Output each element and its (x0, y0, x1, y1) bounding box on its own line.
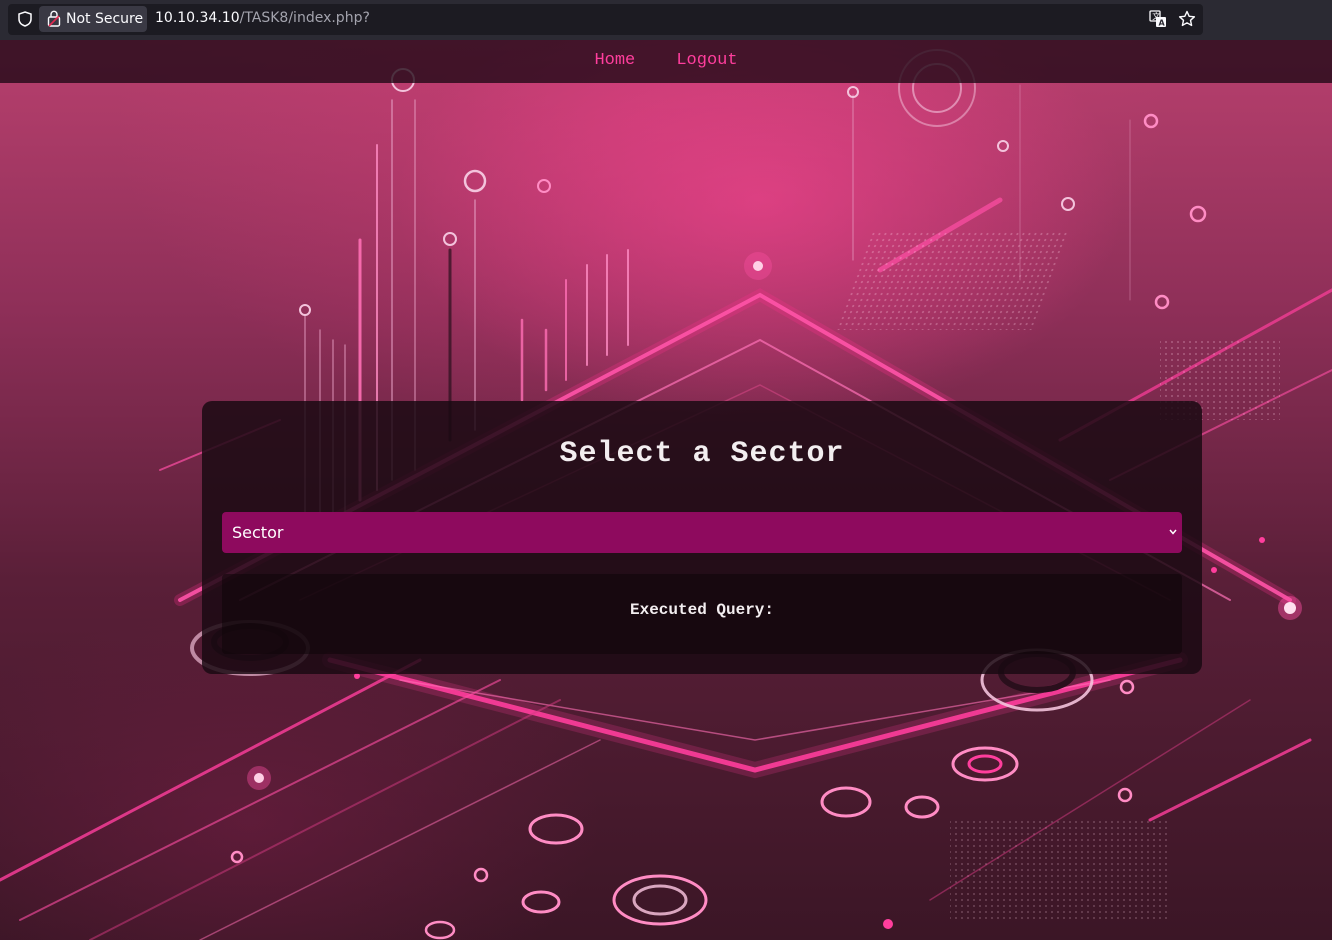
top-navigation: Home Logout (0, 40, 1332, 83)
svg-text:A: A (1159, 19, 1166, 28)
sector-panel: Select a Sector Sector Executed Query: (202, 401, 1202, 674)
bookmark-star-icon[interactable] (1178, 10, 1196, 28)
url-path: /TASK8/index.php? (239, 10, 370, 26)
url-text[interactable]: 10.10.34.10/TASK8/index.php? (155, 10, 370, 26)
sector-select[interactable]: Sector (222, 512, 1182, 553)
nav-home-link[interactable]: Home (594, 51, 635, 70)
sector-select-value: Sector (232, 523, 284, 542)
nav-links: Home Logout (0, 49, 1332, 70)
executed-query-box: Executed Query: (222, 574, 1182, 654)
page-background: Home Logout Select a Sector Sector Execu… (0, 40, 1332, 940)
chevron-down-icon (1169, 529, 1177, 535)
security-label: Not Secure (66, 11, 144, 27)
url-host: 10.10.34.10 (155, 10, 240, 26)
shield-icon[interactable] (18, 11, 32, 27)
browser-toolbar: Not Secure 10.10.34.10/TASK8/index.php? … (0, 0, 1332, 40)
executed-query-label: Executed Query: (629, 601, 775, 619)
translate-icon[interactable]: 文 A (1149, 10, 1167, 28)
nav-logout-link[interactable]: Logout (676, 51, 737, 70)
page-title: Select a Sector (559, 437, 845, 471)
lock-warning-icon (47, 10, 61, 27)
